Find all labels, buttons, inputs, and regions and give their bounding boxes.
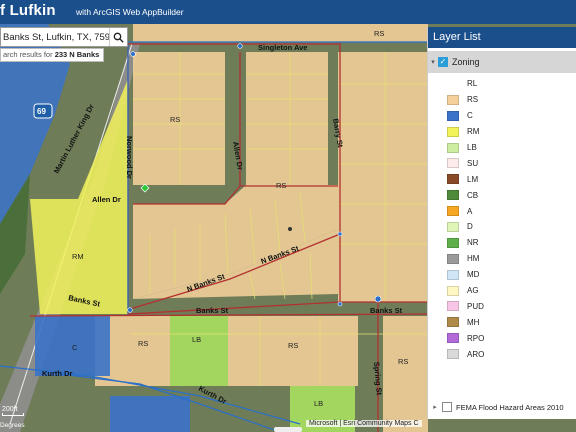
legend-item-rm: RM <box>447 124 484 140</box>
legend-item-mh: MH <box>447 314 484 330</box>
scale-line <box>2 413 24 416</box>
highway-shield-number: 69 <box>37 107 46 116</box>
legend-label: LB <box>467 143 477 152</box>
legend-item-rl: RL <box>447 76 484 92</box>
legend-swatch <box>447 317 459 328</box>
search-hint-prefix: arch results for <box>3 50 55 59</box>
legend-swatch <box>447 190 459 201</box>
layer-row-zoning[interactable]: ▾ ✓ Zoning <box>428 51 576 73</box>
legend-label: RL <box>467 79 478 89</box>
zoning-legend: RL RS C RM LB SU LM CB A D NR HM MD AG PUD MH RPO ARO <box>447 76 484 362</box>
search-hint-address: 233 N Banks <box>54 50 100 59</box>
legend-item-aro: ARO <box>447 346 484 362</box>
legend-label: RM <box>467 127 480 137</box>
street-label-singleton: Singleton Ave <box>258 43 307 52</box>
legend-label: NR <box>467 238 479 248</box>
legend-item-cb: CB <box>447 187 484 203</box>
zone-label-rs-south-c: RS <box>288 341 298 350</box>
legend-swatch <box>447 253 459 264</box>
zone-label-lb: LB <box>192 335 201 344</box>
coordinates-readout: Degrees <box>0 422 25 429</box>
legend-item-hm: HM <box>447 251 484 267</box>
legend-swatch <box>447 126 459 137</box>
map-attribution[interactable]: Microsoft | Esri Community Maps C <box>306 420 422 427</box>
legend-item-ag: AG <box>447 283 484 299</box>
legend-item-d: D <box>447 219 484 235</box>
zone-label-rs-south-w: RS <box>138 339 148 348</box>
zone-label-rs-south-e: RS <box>398 357 408 366</box>
legend-label: RPO <box>467 333 485 343</box>
legend-item-pud: PUD <box>447 298 484 314</box>
search-results-hint[interactable]: arch results for 233 N Banks <box>0 48 104 62</box>
app-title: f Lufkin <box>0 2 56 19</box>
zone-label-c: C <box>72 343 78 352</box>
fema-layer-label: FEMA Flood Hazard Areas 2010 <box>456 402 564 412</box>
street-label-banks-mid: Banks St <box>196 306 229 315</box>
legend-swatch <box>447 142 459 153</box>
street-label-banks-east: Banks St <box>370 306 403 315</box>
app-header: f Lufkin with ArcGIS Web AppBuilder <box>0 0 576 24</box>
zone-label-rs-nw: RS <box>170 115 180 124</box>
legend-item-md: MD <box>447 267 484 283</box>
legend-item-lb: LB <box>447 140 484 156</box>
legend-swatch <box>447 269 459 280</box>
street-label-allen-west: Allen Dr <box>92 195 121 204</box>
legend-item-rs: RS <box>447 92 484 108</box>
app-subtitle: with ArcGIS Web AppBuilder <box>76 7 184 17</box>
legend-swatch <box>447 285 459 296</box>
legend-label: SU <box>467 158 479 168</box>
zone-label-rs-center: RS <box>276 181 286 190</box>
legend-swatch <box>447 158 459 169</box>
legend-swatch <box>447 221 459 232</box>
scale-bar: 200ft <box>2 406 24 416</box>
legend-label: PUD <box>467 301 484 311</box>
highway-shield-icon: 69 <box>33 103 53 119</box>
legend-swatch <box>447 206 459 217</box>
legend-label: MD <box>467 270 480 280</box>
street-label-kurth-west: Kurth Dr <box>42 369 72 378</box>
legend-item-a: A <box>447 203 484 219</box>
zone-label-rs-top: RS <box>374 29 384 38</box>
search-box[interactable] <box>0 27 128 47</box>
legend-swatch <box>447 237 459 248</box>
legend-swatch <box>447 301 459 312</box>
search-button[interactable] <box>109 28 127 46</box>
legend-label: CB <box>467 190 479 200</box>
chevron-down-icon[interactable]: ▾ <box>428 58 438 66</box>
legend-label: C <box>467 111 473 121</box>
legend-label: A <box>467 206 473 216</box>
legend-swatch <box>447 79 459 89</box>
legend-swatch <box>447 349 459 360</box>
legend-swatch <box>447 110 459 121</box>
legend-item-su: SU <box>447 155 484 171</box>
legend-label: LM <box>467 174 479 184</box>
zone-label-rm: RM <box>72 252 84 261</box>
search-icon <box>113 32 124 43</box>
legend-swatch <box>447 94 459 105</box>
legend-label: D <box>467 222 473 232</box>
layer-row-fema[interactable]: ▸ FEMA Flood Hazard Areas 2010 <box>428 400 576 414</box>
legend-label: MH <box>467 317 480 327</box>
scale-label: 200ft <box>2 406 18 413</box>
legend-item-lm: LM <box>447 171 484 187</box>
search-input[interactable] <box>1 28 109 46</box>
zoning-checkbox[interactable]: ✓ <box>438 57 448 67</box>
fema-checkbox[interactable] <box>442 402 452 412</box>
street-label-norwood: Norwood Dr <box>125 136 134 179</box>
legend-item-c: C <box>447 108 484 124</box>
legend-swatch <box>447 333 459 344</box>
legend-label: AG <box>467 286 479 296</box>
layer-list-title: Layer List <box>428 27 576 48</box>
legend-swatch <box>447 174 459 185</box>
zoning-layer-label: Zoning <box>452 57 480 67</box>
legend-label: ARO <box>467 349 485 359</box>
chevron-right-icon[interactable]: ▸ <box>428 403 442 411</box>
zone-label-lb-bottom: LB <box>314 399 323 408</box>
legend-item-rpo: RPO <box>447 330 484 346</box>
legend-label: HM <box>467 254 480 264</box>
panel-resize-handle[interactable] <box>274 427 302 432</box>
layer-list-panel: Layer List ▾ ✓ Zoning RL RS C RM LB SU LM CB A D N… <box>427 27 576 419</box>
legend-item-nr: NR <box>447 235 484 251</box>
legend-label: RS <box>467 95 479 105</box>
